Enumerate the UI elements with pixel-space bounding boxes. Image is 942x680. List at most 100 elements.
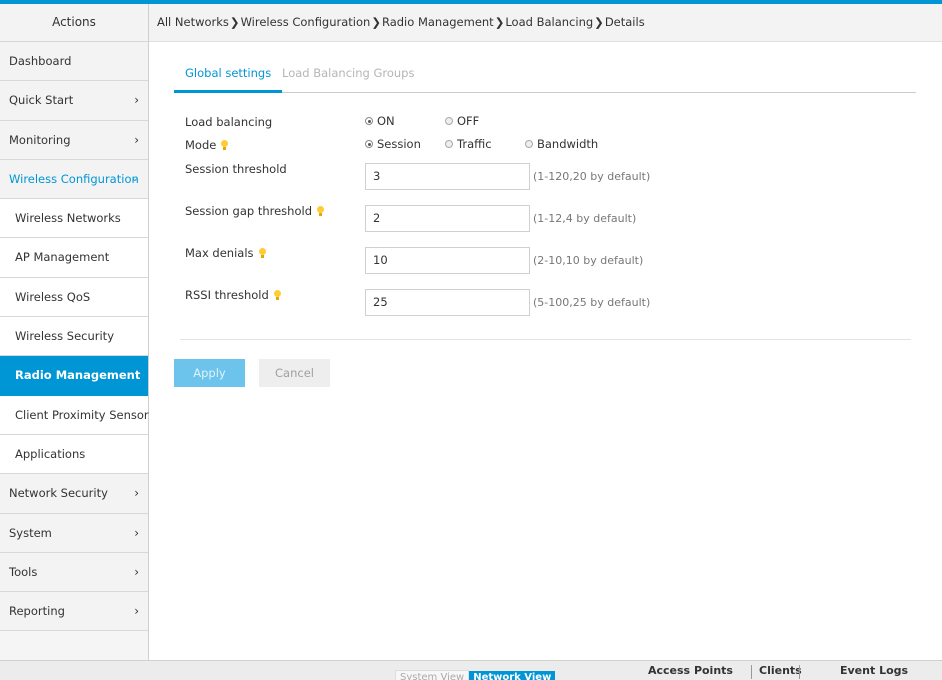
session-threshold-hint: (1-120,20 by default) <box>533 170 651 183</box>
sidebar-item-network-security[interactable]: Network Security › <box>0 474 148 514</box>
mode-traffic-radio[interactable]: Traffic <box>445 137 492 151</box>
rssi-threshold-hint: (5-100,25 by default) <box>533 296 651 309</box>
breadcrumb-wireless-configuration[interactable]: Wireless Configuration <box>241 15 371 29</box>
sidebar-item-label: Dashboard <box>9 54 72 68</box>
rssi-threshold-input[interactable]: 25 <box>365 289 530 316</box>
radio-selected-icon <box>365 140 373 148</box>
sidebar-item-wireless-qos[interactable]: Wireless QoS <box>0 277 148 318</box>
load-balancing-label: Load balancing <box>185 115 273 129</box>
radio-unselected-icon <box>445 140 453 148</box>
sidebar-header: Actions <box>0 4 148 42</box>
session-gap-threshold-hint: (1-12,4 by default) <box>533 212 637 225</box>
main-content: Global settings Load Balancing Groups Lo… <box>149 42 942 660</box>
sidebar-item-label: System <box>9 525 52 540</box>
session-gap-threshold-label: Session gap threshold <box>185 204 324 218</box>
sidebar-item-label: Wireless Configuration <box>9 171 139 186</box>
sidebar-item-label: Applications <box>15 446 86 461</box>
chevron-right-icon: › <box>134 486 139 501</box>
lightbulb-icon[interactable] <box>258 248 266 258</box>
rssi-threshold-label: RSSI threshold <box>185 288 281 302</box>
form-divider <box>180 339 911 340</box>
radio-unselected-icon <box>445 117 453 125</box>
chevron-right-icon: › <box>134 525 139 540</box>
lightbulb-icon[interactable] <box>317 206 324 216</box>
tab-global-settings[interactable]: Global settings <box>174 58 283 93</box>
session-threshold-label: Session threshold <box>185 162 287 176</box>
breadcrumb-load-balancing[interactable]: Load Balancing <box>505 15 593 29</box>
tab-bar: Global settings Load Balancing Groups <box>174 58 916 93</box>
sidebar-item-system[interactable]: System › <box>0 513 148 553</box>
breadcrumb-details: Details <box>604 15 645 29</box>
breadcrumb: All Networks❯Wireless Configuration❯Radi… <box>149 4 942 42</box>
breadcrumb-separator-icon: ❯ <box>229 15 240 29</box>
mode-label: Mode <box>185 138 229 152</box>
sidebar-item-wireless-networks[interactable]: Wireless Networks <box>0 199 148 239</box>
session-gap-threshold-input[interactable]: 2 <box>365 205 530 232</box>
breadcrumb-separator-icon: ❯ <box>594 15 604 29</box>
sidebar-item-label: Tools <box>9 564 38 579</box>
radio-label: ON <box>377 114 395 128</box>
max-denials-label: Max denials <box>185 246 266 260</box>
sidebar-item-label: Network Security <box>9 486 108 501</box>
lightbulb-icon[interactable] <box>221 140 229 150</box>
cancel-button[interactable]: Cancel <box>259 359 330 387</box>
sidebar-item-wireless-configuration[interactable]: Wireless Configuration ⌄ <box>0 159 148 200</box>
chevron-right-icon: › <box>134 132 139 147</box>
max-denials-hint: (2-10,10 by default) <box>533 254 644 267</box>
sidebar-item-radio-management[interactable]: Radio Management <box>0 356 148 396</box>
sidebar-item-reporting[interactable]: Reporting › <box>0 592 148 632</box>
sidebar-item-quick-start[interactable]: Quick Start › <box>0 81 148 121</box>
chevron-right-icon: › <box>134 564 139 579</box>
access-points-link[interactable]: Access Points <box>648 664 733 677</box>
sidebar-item-wireless-security[interactable]: Wireless Security <box>0 317 148 357</box>
event-logs-link[interactable]: Event Logs <box>840 664 908 677</box>
max-denials-label-text: Max denials <box>185 246 254 260</box>
radio-selected-icon <box>365 117 373 125</box>
radio-unselected-icon <box>525 140 533 148</box>
sidebar-item-label: Monitoring <box>9 132 71 147</box>
breadcrumb-separator-icon: ❯ <box>494 15 505 29</box>
breadcrumb-radio-management[interactable]: Radio Management <box>382 15 494 29</box>
session-gap-label-text: Session gap threshold <box>185 204 312 218</box>
radio-label: OFF <box>457 114 480 128</box>
sidebar-item-label: Client Proximity Sensor <box>15 407 149 422</box>
sidebar-item-applications[interactable]: Applications <box>0 434 148 475</box>
clients-link[interactable]: Clients <box>759 664 802 677</box>
sidebar-item-monitoring[interactable]: Monitoring › <box>0 120 148 160</box>
lightbulb-icon[interactable] <box>273 290 281 300</box>
load-balancing-off-radio[interactable]: OFF <box>445 114 479 128</box>
load-balancing-on-radio[interactable]: ON <box>365 114 395 128</box>
sidebar-item-label: Wireless Networks <box>15 211 121 226</box>
footer-divider <box>799 665 800 679</box>
session-threshold-input[interactable]: 3 <box>365 163 530 190</box>
max-denials-input[interactable]: 10 <box>365 247 530 274</box>
radio-label: Traffic <box>457 137 492 151</box>
breadcrumb-all-networks[interactable]: All Networks <box>157 15 229 29</box>
rssi-label-text: RSSI threshold <box>185 288 269 302</box>
sidebar-item-client-proximity-sensor[interactable]: Client Proximity Sensor <box>0 395 149 435</box>
view-toggle: System View Network View <box>395 670 556 680</box>
sidebar-item-ap-management[interactable]: AP Management <box>0 238 148 278</box>
mode-bandwidth-radio[interactable]: Bandwidth <box>525 137 598 151</box>
chevron-right-icon: › <box>134 604 139 619</box>
chevron-down-icon: ⌄ <box>130 172 139 184</box>
sidebar-item-label: Quick Start <box>9 93 74 108</box>
sidebar-item-label: Wireless QoS <box>15 289 91 304</box>
breadcrumb-separator-icon: ❯ <box>371 15 381 29</box>
footer-divider <box>751 665 752 679</box>
sidebar-item-label: Wireless Security <box>15 329 114 344</box>
apply-button[interactable]: Apply <box>174 359 245 387</box>
sidebar-item-dashboard[interactable]: Dashboard <box>0 42 148 82</box>
radio-label: Session <box>377 137 421 151</box>
sidebar: Actions Dashboard Quick Start › Monitori… <box>0 4 149 660</box>
network-view-button[interactable]: Network View <box>469 671 556 680</box>
sidebar-item-tools[interactable]: Tools › <box>0 552 148 593</box>
sidebar-item-label: AP Management <box>15 250 110 265</box>
sidebar-item-label: Radio Management <box>15 368 141 383</box>
radio-label: Bandwidth <box>537 137 599 151</box>
footer-bar: System View Network View Access Points Cl… <box>0 660 942 680</box>
sidebar-item-label: Reporting <box>9 604 65 619</box>
tab-load-balancing-groups[interactable]: Load Balancing Groups <box>271 58 425 93</box>
mode-session-radio[interactable]: Session <box>365 137 421 151</box>
system-view-button[interactable]: System View <box>395 670 470 680</box>
